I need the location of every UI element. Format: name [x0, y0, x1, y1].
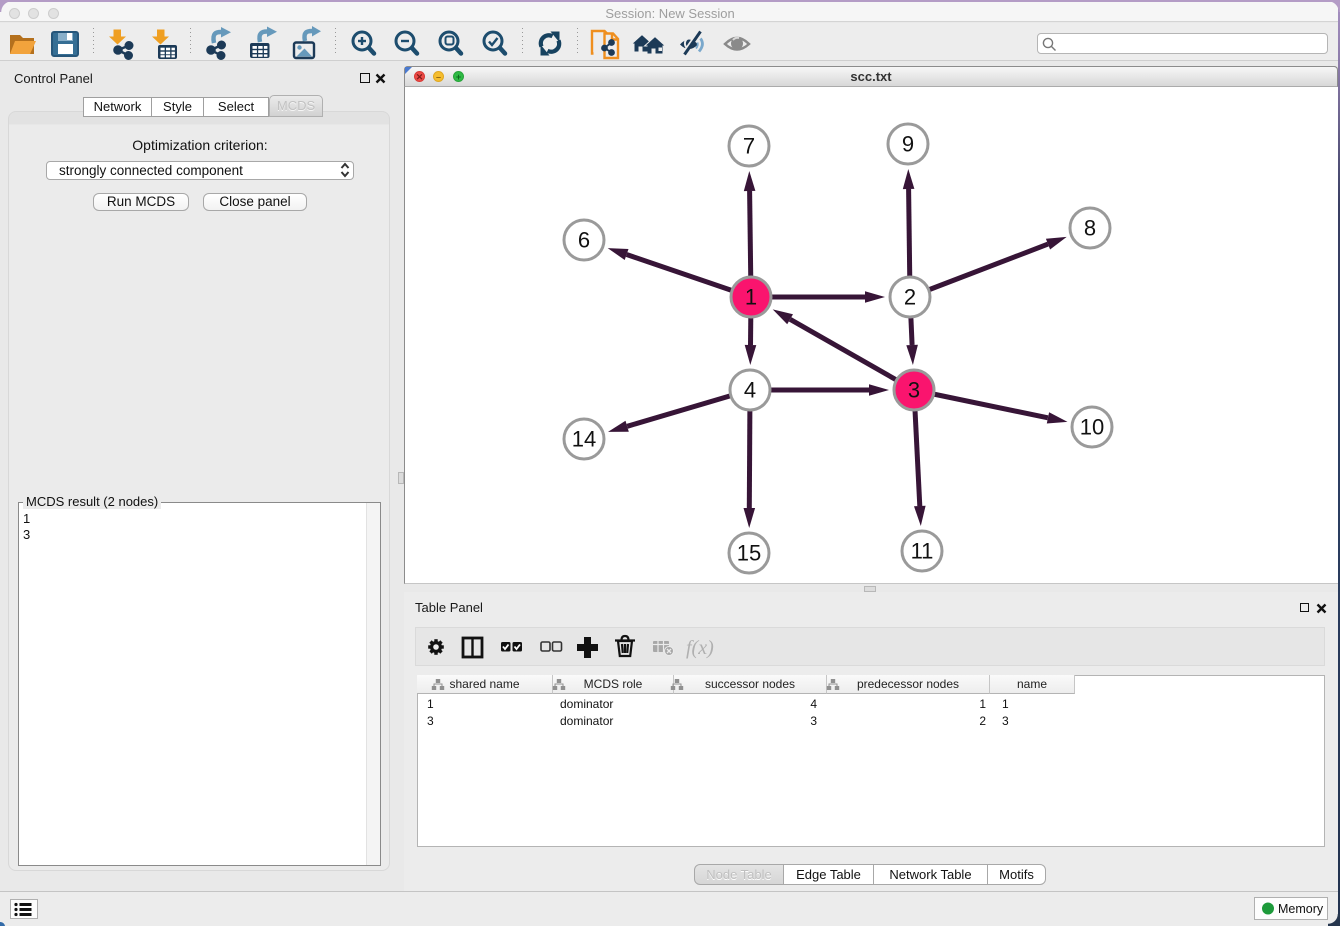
- svg-text:8: 8: [1084, 216, 1096, 241]
- svg-text:9: 9: [902, 132, 914, 157]
- svg-text:10: 10: [1080, 415, 1104, 440]
- svg-text:11: 11: [911, 539, 934, 564]
- svg-text:14: 14: [572, 427, 596, 452]
- svg-text:Memory: Memory: [1278, 902, 1324, 916]
- svg-text:1: 1: [745, 285, 757, 310]
- svg-text:15: 15: [737, 541, 761, 566]
- svg-text:f(x): f(x): [686, 637, 714, 659]
- svg-text:4: 4: [744, 378, 756, 403]
- svg-text:3: 3: [908, 378, 920, 403]
- svg-text:6: 6: [578, 228, 590, 253]
- svg-text:2: 2: [904, 285, 916, 310]
- svg-text:7: 7: [743, 134, 755, 159]
